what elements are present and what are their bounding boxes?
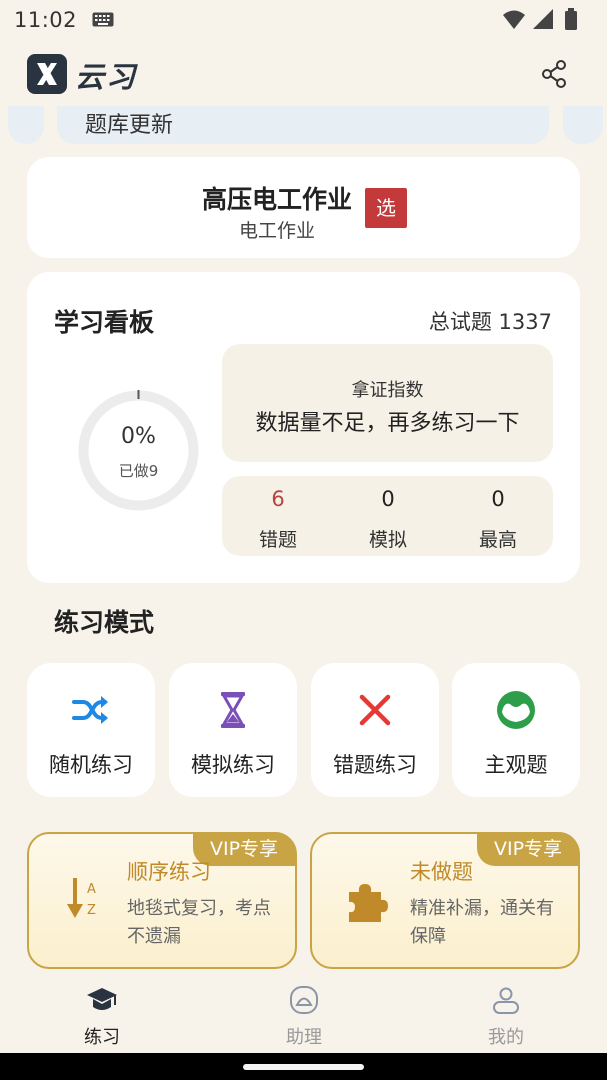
mock-count-value[interactable]: 0	[348, 487, 428, 511]
status-icons	[503, 8, 577, 30]
nav-mine[interactable]: 我的	[466, 1023, 546, 1049]
sequential-practice-title: 顺序练习	[127, 860, 211, 884]
user-icon	[493, 987, 519, 1014]
cert-index-box	[222, 344, 553, 462]
sort-az-icon: A Z	[67, 878, 96, 918]
face-icon	[497, 691, 535, 729]
unanswered-desc: 精准补漏，通关有保障	[410, 898, 554, 947]
cert-index-title: 拿证指数	[351, 380, 424, 401]
banner-prev[interactable]	[8, 106, 44, 144]
vip-badge: VIP专享	[477, 832, 579, 866]
random-practice-label: 随机练习	[49, 753, 133, 777]
cert-index-message: 数据量不足，再多练习一下	[255, 411, 520, 436]
home-indicator[interactable]	[243, 1064, 364, 1070]
shuffle-icon	[72, 696, 108, 724]
keyboard-icon	[92, 12, 114, 27]
sequential-practice-desc: 地毯式复习，考点不遗漏	[127, 898, 271, 947]
hourglass-icon	[221, 692, 245, 728]
total-questions: 总试题 1337	[428, 310, 552, 334]
wrong-count-label[interactable]: 错题	[238, 525, 318, 552]
best-score-label[interactable]: 最高	[458, 525, 538, 552]
share-icon	[542, 60, 566, 88]
close-icon	[359, 694, 391, 726]
practice-section-title: 练习模式	[54, 608, 155, 637]
wrong-count-value[interactable]: 6	[238, 487, 318, 511]
graduation-cap-icon	[87, 988, 117, 1010]
banner-text: 题库更新	[85, 113, 174, 138]
mock-count-label[interactable]: 模拟	[348, 525, 428, 552]
svg-text:A: A	[87, 882, 96, 897]
subject-title: 高压电工作业	[201, 185, 352, 214]
wrong-practice-label: 错题练习	[333, 753, 417, 777]
board-title: 学习看板	[54, 308, 155, 337]
app-logo	[27, 54, 67, 94]
select-subject-button[interactable]: 选	[365, 188, 407, 228]
nav-assistant[interactable]: 助理	[264, 1023, 344, 1049]
done-count: 已做9	[118, 462, 159, 480]
logo-x-icon	[37, 63, 57, 85]
subjective-label: 主观题	[484, 753, 548, 777]
nav-practice[interactable]: 练习	[62, 1023, 142, 1049]
status-time: 11:02	[14, 8, 78, 32]
puzzle-icon	[349, 884, 388, 922]
signal-icon	[533, 9, 553, 29]
mock-practice-label: 模拟练习	[191, 753, 275, 777]
assistant-icon	[290, 986, 318, 1014]
battery-icon	[565, 8, 577, 30]
unanswered-title: 未做题	[410, 860, 473, 884]
wifi-icon	[503, 10, 525, 29]
svg-text:Z: Z	[87, 903, 96, 918]
banner-next[interactable]	[563, 106, 603, 144]
subject-category: 电工作业	[238, 220, 315, 242]
best-score-value[interactable]: 0	[458, 487, 538, 511]
progress-percent: 0%	[121, 424, 156, 449]
share-button[interactable]	[538, 58, 570, 90]
app-name: 云习	[75, 60, 138, 94]
progress-ring	[78, 390, 199, 511]
